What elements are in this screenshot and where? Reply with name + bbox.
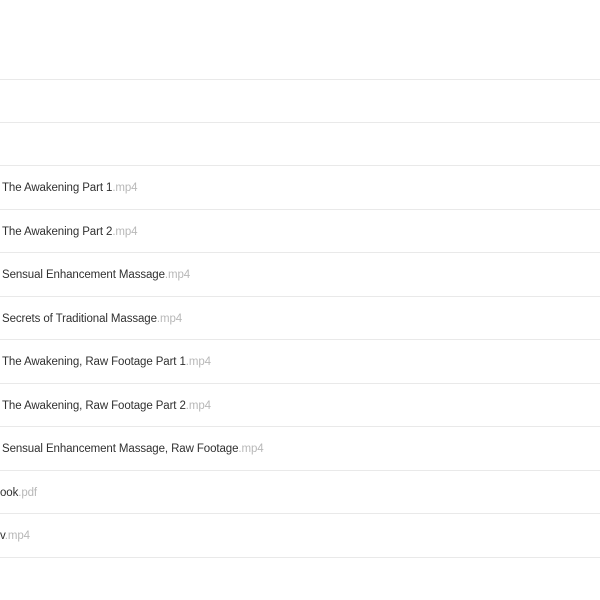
file-extension: .mp4 <box>112 225 138 238</box>
file-name: The Awakening Part 1 <box>2 181 113 194</box>
file-name: ook <box>0 486 19 499</box>
file-extension: .mp4 <box>156 312 183 325</box>
file-extension: .mp4 <box>4 529 30 542</box>
file-row[interactable]: The Awakening Part 2.mp4 <box>0 210 600 253</box>
file-extension: .pdf <box>18 486 38 499</box>
file-list: The Awakening Part 1.mp4 The Awakening P… <box>0 0 600 600</box>
file-extension: .mp4 <box>164 268 191 281</box>
row-divider <box>0 79 600 80</box>
file-name: Sensual Enhancement Massage, Raw Footage <box>2 442 239 455</box>
file-row[interactable]: Secrets of Traditional Massage.mp4 <box>0 297 600 340</box>
file-row[interactable]: ook.pdf <box>0 471 600 514</box>
file-extension: .mp4 <box>238 442 264 455</box>
row-divider <box>0 557 600 558</box>
file-link[interactable]: Secrets of Traditional Massage.mp4 <box>2 313 182 325</box>
file-name: The Awakening, Raw Footage Part 1 <box>2 355 186 368</box>
file-extension: .mp4 <box>112 181 138 194</box>
row-divider <box>0 122 600 123</box>
file-extension: .mp4 <box>185 399 211 412</box>
file-link[interactable]: v.mp4 <box>0 530 30 542</box>
file-row[interactable]: The Awakening, Raw Footage Part 2.mp4 <box>0 384 600 427</box>
file-link[interactable]: Sensual Enhancement Massage.mp4 <box>2 269 190 281</box>
file-link[interactable]: The Awakening Part 1.mp4 <box>2 181 138 194</box>
file-name: Secrets of Traditional Massage <box>2 312 157 325</box>
file-link[interactable]: The Awakening, Raw Footage Part 1.mp4 <box>2 356 211 368</box>
file-row[interactable]: v.mp4 <box>0 514 600 557</box>
file-link[interactable]: The Awakening Part 2.mp4 <box>2 225 138 238</box>
file-row[interactable]: Sensual Enhancement Massage, Raw Footage… <box>0 427 600 470</box>
file-link[interactable]: ook.pdf <box>0 487 37 499</box>
file-name: Sensual Enhancement Massage <box>2 268 165 281</box>
file-extension: .mp4 <box>185 355 211 368</box>
file-link[interactable]: Sensual Enhancement Massage, Raw Footage… <box>2 443 264 455</box>
file-row[interactable]: The Awakening Part 1.mp4 <box>0 166 600 209</box>
file-name: The Awakening, Raw Footage Part 2 <box>2 399 186 412</box>
file-link[interactable]: The Awakening, Raw Footage Part 2.mp4 <box>2 400 211 412</box>
file-name: The Awakening Part 2 <box>2 225 113 238</box>
file-row[interactable]: Sensual Enhancement Massage.mp4 <box>0 253 600 296</box>
file-row[interactable]: The Awakening, Raw Footage Part 1.mp4 <box>0 340 600 383</box>
